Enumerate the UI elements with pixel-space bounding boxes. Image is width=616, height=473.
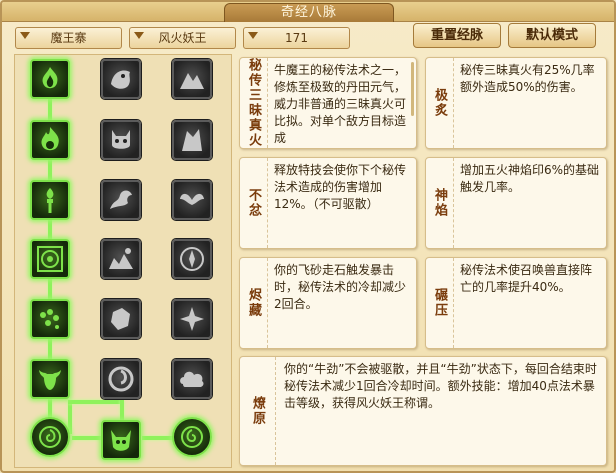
skill-card-shenyan[interactable]: 神焰 增加五火神焰印6%的基础触发几率。 — [425, 157, 607, 249]
skill-node-mountain[interactable] — [172, 59, 212, 99]
level-value: 171 — [285, 31, 308, 45]
faction-value: 魔王寨 — [50, 31, 87, 45]
bull-head-icon — [39, 370, 61, 390]
mountain-icon — [180, 73, 204, 89]
skill-node-vortex[interactable] — [101, 359, 141, 399]
skill-name: 极炙 — [426, 58, 454, 148]
skill-card-jizhi[interactable]: 极炙 秘传三昧真火有25%几率额外造成50%的伤害。 — [425, 57, 607, 149]
active-path-link — [142, 436, 176, 440]
skill-card-nianya[interactable]: 碾压 秘传法术使召唤兽直接阵亡的几率提升40%。 — [425, 257, 607, 349]
skill-card-jincang[interactable]: 烬藏 你的飞砂走石触发暴击时，秘传法术的冷却减少2回合。 — [239, 257, 417, 349]
school-dropdown[interactable]: 风火妖王 — [129, 27, 236, 49]
star-burst-icon — [180, 307, 204, 331]
skill-name: 神焰 — [426, 158, 454, 248]
ultimate-node-right-orb[interactable] — [172, 417, 212, 457]
skill-node-dots[interactable] — [30, 299, 70, 339]
fire-icon — [41, 127, 59, 151]
beast-icon — [111, 70, 130, 89]
skill-node-wings[interactable] — [172, 180, 212, 220]
skill-node-compass[interactable] — [172, 239, 212, 279]
cliff-icon — [182, 129, 202, 151]
school-value: 风火妖王 — [158, 31, 207, 45]
dragon-icon — [110, 190, 132, 209]
skill-node-seal[interactable] — [30, 239, 70, 279]
skill-card-secret-fire[interactable]: 秘传三昧真火 牛魔王的秘传法术之一，修炼至极致的丹田元气，威力非普通的三昧真火可… — [239, 57, 417, 149]
skill-node-bull-head[interactable] — [30, 359, 70, 399]
active-path-link — [120, 400, 124, 420]
ultimate-node-left-orb[interactable] — [30, 417, 70, 457]
spiral-orb-icon — [181, 426, 203, 448]
skill-node-rocks[interactable] — [101, 239, 141, 279]
skill-node-flame-burst[interactable] — [30, 120, 70, 160]
skill-node-star-burst[interactable] — [172, 299, 212, 339]
level-dropdown[interactable]: 171 — [243, 27, 350, 49]
window-title: 奇经八脉 — [224, 3, 394, 22]
skill-node-beast-roar[interactable] — [101, 59, 141, 99]
ultimate-node-center-demon[interactable] — [101, 420, 141, 460]
meridian-window: ᪥ 奇经八脉 魔王寨 风火妖王 171 重置经脉 默认模式 — [0, 0, 616, 473]
skill-name: 碾压 — [426, 258, 454, 348]
skill-description: 你的飞砂走石触发暴击时，秘传法术的冷却减少2回合。 — [274, 263, 407, 311]
skill-node-cliff[interactable] — [172, 120, 212, 160]
swirl-icon — [40, 309, 59, 329]
skill-name: 秘传三昧真火 — [240, 58, 268, 148]
skill-node-dragon[interactable] — [101, 180, 141, 220]
demon-king-icon — [111, 430, 131, 451]
faction-dropdown[interactable]: 魔王寨 — [15, 27, 122, 49]
skill-card-liaoyuan[interactable]: 燎原 你的“牛劲”不会被驱散，并且“牛劲”状态下，每回合结束时秘传法术减少1回合… — [239, 356, 607, 466]
default-mode-button[interactable]: 默认模式 — [508, 23, 596, 48]
torch-icon — [46, 188, 54, 213]
skill-name: 烬藏 — [240, 258, 268, 348]
skill-name: 不忿 — [240, 158, 268, 248]
skill-node-stone[interactable] — [101, 299, 141, 339]
skill-description: 你的“牛劲”不会被驱散，并且“牛劲”状态下，每回合结束时秘传法术减少1回合冷却时… — [284, 362, 597, 410]
skill-description: 秘传三昧真火有25%几率额外造成50%的伤害。 — [460, 63, 595, 94]
skill-node-demon-face[interactable] — [101, 120, 141, 160]
skill-description: 牛魔王的秘传法术之一，修炼至极致的丹田元气，威力非普通的三昧真火可比拟。对单个敌… — [274, 63, 407, 145]
skill-node-torch[interactable] — [30, 180, 70, 220]
skill-name: 燎原 — [240, 357, 276, 465]
scrollbar[interactable] — [411, 62, 414, 116]
skill-description: 增加五火神焰印6%的基础触发几率。 — [460, 163, 600, 194]
skill-description: 秘传法术使召唤兽直接阵亡的几率提升40%。 — [460, 263, 593, 294]
skill-node-flame-fist[interactable] — [30, 59, 70, 99]
skill-node-cloud[interactable] — [172, 359, 212, 399]
wings-icon — [180, 193, 204, 205]
stone-icon — [111, 308, 130, 330]
title-bar: 奇经八脉 — [2, 2, 614, 22]
demon-face-icon — [112, 130, 130, 149]
vortex-icon — [108, 366, 134, 392]
cloud-icon — [180, 371, 204, 387]
skill-card-bufen[interactable]: 不忿 释放特技会使你下个秘传法术造成的伤害增加12%。（不可驱散） — [239, 157, 417, 249]
skill-description: 释放特技会使你下个秘传法术造成的伤害增加12%。（不可驱散） — [274, 163, 407, 211]
reset-meridian-button[interactable]: 重置经脉 — [413, 23, 501, 48]
compass-icon — [180, 247, 204, 271]
rocks-icon — [109, 248, 133, 269]
flame-icon — [42, 67, 58, 89]
spiral-orb-icon — [39, 426, 61, 448]
active-path-link — [68, 400, 122, 404]
seal-icon — [37, 246, 63, 272]
